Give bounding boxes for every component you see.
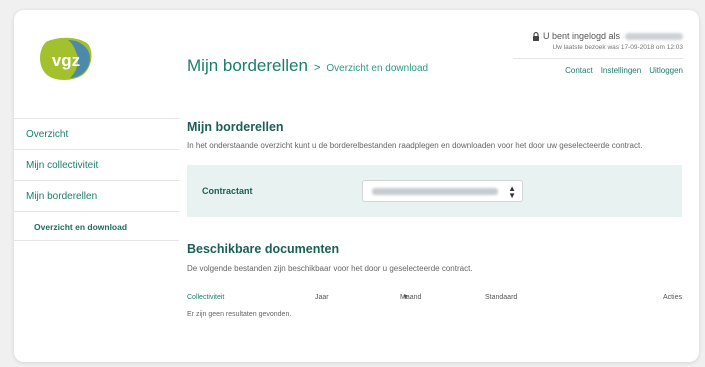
no-results-text: Er zijn geen resultaten gevonden. [187, 311, 292, 318]
select-caret-icon: ▲ ▼ [508, 184, 516, 200]
breadcrumb-separator: > [313, 62, 321, 74]
top-links: Contact Instellingen Uitloggen [513, 59, 683, 75]
contractant-label: Contractant [202, 186, 253, 196]
column-standaard[interactable]: Standaard [485, 294, 517, 301]
login-status: U bent ingelogd als [513, 31, 683, 41]
user-name [625, 32, 683, 40]
logout-link[interactable]: Uitloggen [649, 66, 683, 75]
logo-text: vgz [52, 51, 80, 70]
documents-table-header: Collectiviteit Jaar Maand ▼ Standaard Act… [187, 294, 682, 306]
last-visit-text: Uw laatste bezoek was 17-09-2018 om 12:0… [552, 44, 683, 51]
column-acties: Acties [662, 294, 682, 301]
contractant-value [372, 188, 498, 195]
page-header: Mijn borderellen > Overzicht en download [187, 56, 428, 76]
user-divider [513, 58, 683, 59]
page-card: vgz Mijn borderellen > Overzicht en down… [14, 10, 699, 362]
lock-icon [532, 31, 539, 41]
contact-link[interactable]: Contact [565, 66, 593, 75]
user-panel: U bent ingelogd als Uw laatste bezoek wa… [513, 31, 683, 75]
sidebar-item-overzicht[interactable]: Overzicht [14, 118, 179, 149]
column-collectiviteit[interactable]: Collectiviteit [187, 294, 224, 301]
sidebar-item-borderellen[interactable]: Mijn borderellen [14, 180, 179, 211]
main-content: Mijn borderellen In het onderstaande ove… [187, 120, 682, 318]
logged-in-label: U bent ingelogd als [542, 31, 620, 41]
intro-text: In het onderstaande overzicht kunt u de … [187, 141, 643, 150]
documents-title: Beschikbare documenten [187, 242, 340, 256]
settings-link[interactable]: Instellingen [601, 66, 641, 75]
sidebar: Overzicht Mijn collectiviteit Mijn borde… [14, 118, 179, 241]
vgz-logo[interactable]: vgz [38, 36, 94, 82]
page-title: Mijn borderellen [187, 56, 308, 75]
sort-down-icon: ▼ [402, 294, 409, 301]
contractant-filter: Contractant ▲ ▼ [187, 165, 682, 217]
documents-intro: De volgende bestanden zijn beschikbaar v… [187, 264, 473, 273]
section-title: Mijn borderellen [187, 120, 284, 134]
contractant-select[interactable]: ▲ ▼ [362, 180, 523, 202]
column-jaar[interactable]: Jaar [315, 294, 329, 301]
sidebar-item-collectiviteit[interactable]: Mijn collectiviteit [14, 149, 179, 180]
sidebar-subitem-overzicht-download[interactable]: Overzicht en download [14, 211, 179, 241]
breadcrumb[interactable]: Overzicht en download [326, 63, 428, 74]
